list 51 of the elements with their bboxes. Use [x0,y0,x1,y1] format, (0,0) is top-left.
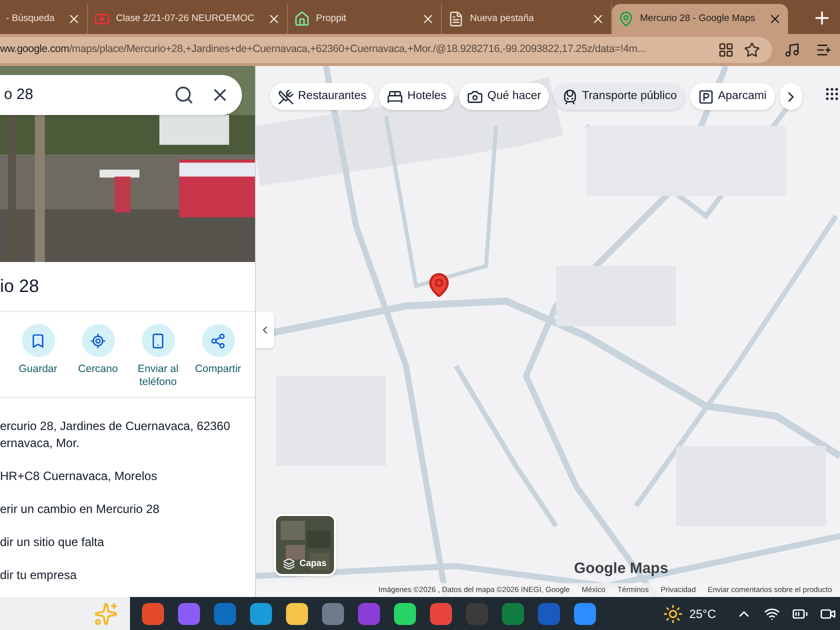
close-icon[interactable] [67,12,81,26]
action-button[interactable]: Enviar al teléfono [128,324,188,397]
app-icon[interactable] [286,602,308,624]
detail-text[interactable]: dir tu empresa [0,567,255,584]
action-button[interactable]: Cercano [68,324,128,397]
detail-text[interactable]: erir un cambio en Mercurio 28 [0,501,255,518]
app-icon[interactable] [394,602,416,624]
app-icon[interactable] [430,602,452,624]
media-icon[interactable] [784,42,800,58]
tab-title: Nueva pestaña [470,12,535,26]
apps-icon[interactable] [718,42,734,58]
phone-icon [150,332,166,348]
search-icon[interactable] [174,85,194,105]
share-icon [210,332,226,348]
tab-title: - Búsqueda [6,12,56,26]
app-icon[interactable] [574,602,596,624]
search-field[interactable]: o 28 [0,75,242,115]
detail-text: ercurio 28, Jardines de Cuernavaca, 62360 ernavaca, Mor. [0,418,232,452]
address-bar[interactable]: ww.google.com/maps/place/Mercurio+28,+Jardines+de+Cuernavaca,+62360+Cuernavaca,+Mor./@18.9282716,-99.2093822,17.25z/data=!4m... [0,37,772,63]
action-label: Compartir [194,363,242,376]
action-label: Guardar [18,363,58,376]
bookmark-star-icon[interactable] [744,42,760,58]
detail-text: HR+C8 Cuernavaca, Morelos [0,468,158,485]
bookmark-icon [30,332,46,348]
search-value: o 28 [4,84,34,105]
browser-tab[interactable]: Mercurio 28 - Google Maps [612,4,788,34]
action-button[interactable]: Compartir [188,324,248,397]
close-icon[interactable] [768,12,782,26]
action-label: Cercano [77,363,119,376]
video-icon [94,11,110,27]
map-pin-icon [618,11,634,27]
tab-title: Mercurio 28 - Google Maps [640,12,756,26]
tab-title: Clase 2/21-07-26 NEUROEMOC [116,12,256,26]
url-text: ww.google.com/maps/place/Mercurio+28,+Jardines+de+Cuernavaca,+62360+Cuernavaca,+Mor./@18.9282716,-99.2093822,17.25z/data=!4m... [0,42,646,58]
page-icon [448,11,464,27]
action-button[interactable]: Guardar [8,324,68,397]
close-icon[interactable] [267,12,281,26]
weather-temperature[interactable]: 25°C [689,604,716,622]
weather-icon [663,604,684,624]
tab-title: Proppit [316,12,348,26]
app-icon[interactable] [142,602,164,624]
house-icon [294,11,310,27]
detail-text[interactable]: dir un sitio que falta [0,534,255,551]
nearby-icon [90,332,106,348]
action-label: Enviar al teléfono [136,363,180,389]
reading-list-icon[interactable] [816,42,832,58]
close-icon[interactable] [591,12,605,26]
wifi-icon[interactable] [764,606,780,622]
app-icon[interactable] [250,602,272,624]
place-title: io 28 [0,275,40,298]
close-icon[interactable] [421,12,435,26]
